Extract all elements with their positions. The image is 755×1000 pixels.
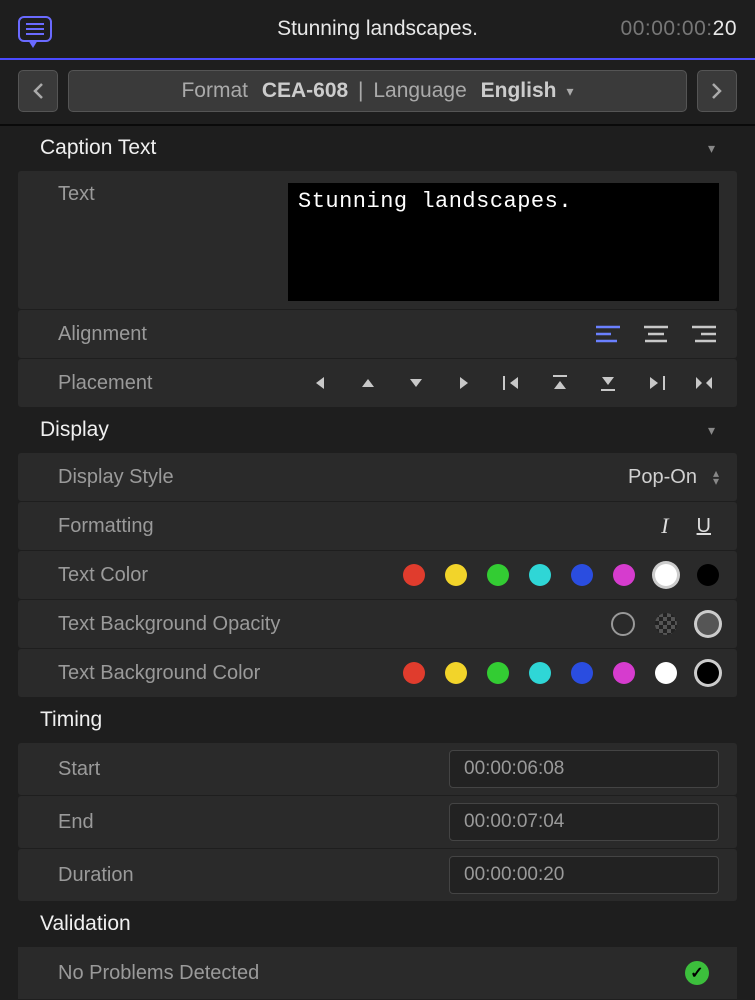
format-bar: Format CEA-608 | Language English ▾ [0,60,755,126]
opacity-full-swatch[interactable] [697,613,719,635]
text-color-white-swatch[interactable] [655,564,677,586]
opacity-none-swatch[interactable] [611,612,635,636]
placement-row: Placement [18,359,737,407]
center-button[interactable] [689,371,719,395]
duration-row: Duration 00:00:00:20 [18,849,737,901]
end-label: End [58,811,288,834]
header-timecode: 00:00:00:20 [621,17,737,41]
move-left-button[interactable] [305,371,335,395]
next-caption-button[interactable] [697,70,737,112]
display-section-label: Display [40,418,109,442]
bg-color-label: Text Background Color [58,662,288,685]
text-label: Text [58,183,288,206]
bg-color-black-swatch[interactable] [697,662,719,684]
move-right-button[interactable] [449,371,479,395]
start-time-input[interactable]: 00:00:06:08 [449,750,719,788]
text-color-black-swatch[interactable] [697,564,719,586]
start-row: Start 00:00:06:08 [18,743,737,795]
underline-button[interactable]: U [697,515,711,538]
text-row: Text [18,171,737,309]
display-style-value[interactable]: Pop-On [628,466,697,489]
bg-opacity-label: Text Background Opacity [58,613,288,636]
formatting-row: Formatting I U [18,502,737,550]
text-color-cyan-swatch[interactable] [529,564,551,586]
chevron-down-icon: ▾ [566,83,573,100]
text-color-red-swatch[interactable] [403,564,425,586]
inspector-header: Stunning landscapes. 00:00:00:20 [0,0,755,60]
move-far-down-button[interactable] [593,371,623,395]
validation-section-label: Validation [40,912,131,936]
start-label: Start [58,758,288,781]
stepper-icon[interactable]: ▴▾ [713,469,719,485]
move-far-up-button[interactable] [545,371,575,395]
move-far-left-button[interactable] [497,371,527,395]
chevron-down-icon: ▾ [708,422,715,439]
move-far-right-button[interactable] [641,371,671,395]
caption-text-section-label: Caption Text [40,136,156,160]
check-icon: ✓ [685,961,709,985]
bg-color-yellow-swatch[interactable] [445,662,467,684]
format-language-dropdown[interactable]: Format CEA-608 | Language English ▾ [68,70,687,112]
align-left-button[interactable] [593,322,623,346]
chevron-down-icon: ▾ [708,140,715,157]
bg-color-red-swatch[interactable] [403,662,425,684]
move-down-button[interactable] [401,371,431,395]
prev-caption-button[interactable] [18,70,58,112]
text-color-green-swatch[interactable] [487,564,509,586]
validation-section-header: Validation [0,902,755,946]
bg-color-cyan-swatch[interactable] [529,662,551,684]
text-color-row: Text Color [18,551,737,599]
duration-time-input[interactable]: 00:00:00:20 [449,856,719,894]
italic-button[interactable]: I [661,513,668,539]
timecode-frames: 20 [713,17,737,40]
text-color-label: Text Color [58,564,288,587]
end-time-input[interactable]: 00:00:07:04 [449,803,719,841]
bg-color-magenta-swatch[interactable] [613,662,635,684]
alignment-label: Alignment [58,323,288,346]
timing-section-label: Timing [40,708,102,732]
validation-status-text: No Problems Detected [58,962,259,985]
alignment-row: Alignment [18,310,737,358]
bg-opacity-row: Text Background Opacity [18,600,737,648]
bg-color-green-swatch[interactable] [487,662,509,684]
timecode-prefix: 00:00:00: [621,17,713,40]
end-row: End 00:00:07:04 [18,796,737,848]
language-label: Language [373,79,466,103]
format-value: CEA-608 [262,79,348,103]
format-label: Format [181,79,248,103]
duration-label: Duration [58,864,288,887]
bg-color-blue-swatch[interactable] [571,662,593,684]
display-style-row: Display Style Pop-On ▴▾ [18,453,737,501]
caption-text-section-header[interactable]: Caption Text ▾ [0,126,755,170]
display-style-label: Display Style [58,466,288,489]
validation-status-row: No Problems Detected ✓ [18,947,737,999]
caption-text-input[interactable] [288,183,719,301]
text-color-yellow-swatch[interactable] [445,564,467,586]
language-value: English [481,79,557,103]
timing-section-header: Timing [0,698,755,742]
align-center-button[interactable] [641,322,671,346]
bg-color-white-swatch[interactable] [655,662,677,684]
header-title: Stunning landscapes. [277,17,478,41]
display-section-header[interactable]: Display ▾ [0,408,755,452]
bg-color-row: Text Background Color [18,649,737,697]
align-right-button[interactable] [689,322,719,346]
caption-icon [18,16,52,42]
move-up-button[interactable] [353,371,383,395]
text-color-magenta-swatch[interactable] [613,564,635,586]
placement-label: Placement [58,372,288,395]
formatting-label: Formatting [58,515,288,538]
opacity-semi-swatch[interactable] [655,613,677,635]
text-color-blue-swatch[interactable] [571,564,593,586]
